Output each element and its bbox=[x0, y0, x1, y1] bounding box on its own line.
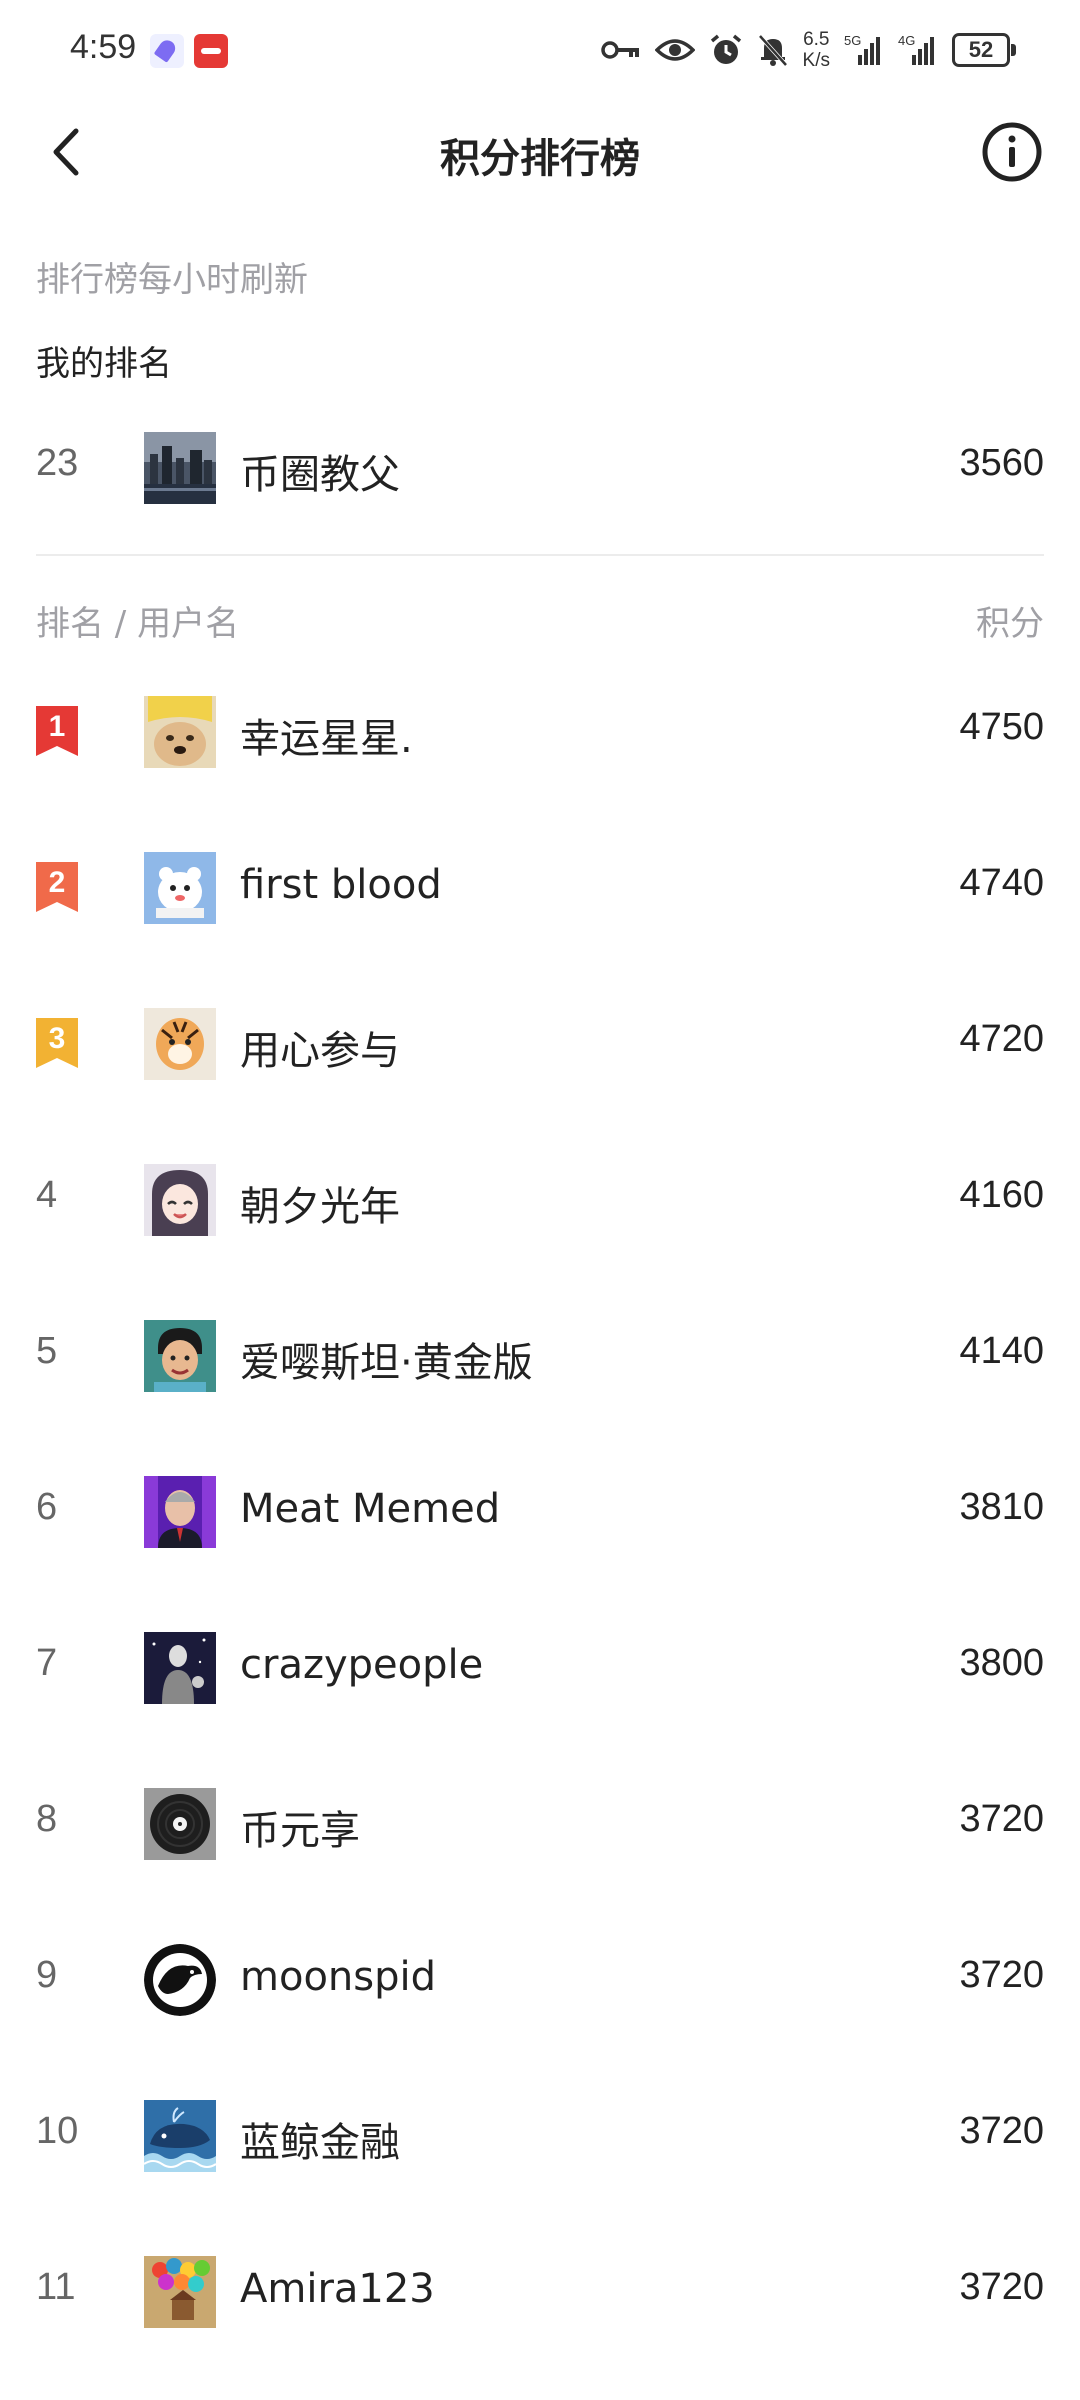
network-speed: 6.5 K/s bbox=[803, 29, 830, 71]
avatar bbox=[144, 2256, 216, 2328]
divider bbox=[36, 554, 1044, 556]
user-name: 用心参与 bbox=[240, 1028, 400, 1074]
mute-bell-icon bbox=[758, 34, 788, 67]
my-user-name: 币圈教父 bbox=[240, 452, 400, 498]
rank-number: 4 bbox=[36, 1174, 58, 1216]
ranking-row[interactable]: 9 moonspid 3720 bbox=[0, 1930, 1080, 2030]
rocket-app-icon bbox=[150, 34, 184, 68]
avatar bbox=[144, 852, 216, 924]
my-rank-label: 我的排名 bbox=[36, 344, 172, 384]
net-speed-unit: K/s bbox=[802, 50, 830, 71]
ranking-row[interactable]: 6 Meat Memed 3810 bbox=[0, 1462, 1080, 1562]
user-name: Amira123 bbox=[240, 2266, 435, 2312]
app-header: 积分排行榜 bbox=[0, 100, 1080, 204]
ranking-row[interactable]: 1 幸运星星. 4750 bbox=[0, 682, 1080, 782]
ranking-row[interactable]: 2 first blood 4740 bbox=[0, 838, 1080, 938]
score: 4750 bbox=[959, 706, 1044, 748]
score: 4160 bbox=[959, 1174, 1044, 1216]
avatar bbox=[144, 1944, 216, 2016]
avatar bbox=[144, 696, 216, 768]
score: 3810 bbox=[959, 1486, 1044, 1528]
rank-number: 9 bbox=[36, 1954, 58, 1996]
rank-badge: 3 bbox=[36, 1018, 78, 1068]
user-name: first blood bbox=[240, 862, 442, 908]
avatar bbox=[144, 1008, 216, 1080]
page-title: 积分排行榜 bbox=[440, 136, 640, 182]
user-name: 蓝鲸金融 bbox=[240, 2120, 400, 2166]
score: 3720 bbox=[959, 1954, 1044, 1996]
column-header-score: 积分 bbox=[976, 604, 1044, 644]
ranking-row[interactable]: 5 爱嘤斯坦·黄金版 4140 bbox=[0, 1306, 1080, 1406]
user-name: 幸运星星. bbox=[240, 716, 413, 762]
avatar bbox=[144, 1476, 216, 1548]
rank-badge: 2 bbox=[36, 862, 78, 912]
signal-bars-icon bbox=[912, 37, 934, 65]
eye-icon bbox=[654, 39, 695, 61]
user-name: 朝夕光年 bbox=[240, 1184, 400, 1230]
user-name: Meat Memed bbox=[240, 1486, 501, 1532]
ranking-row[interactable]: 3 用心参与 4720 bbox=[0, 994, 1080, 1094]
avatar bbox=[144, 1164, 216, 1236]
my-score: 3560 bbox=[959, 442, 1044, 484]
rank-number: 5 bbox=[36, 1330, 58, 1372]
refresh-note: 排行榜每小时刷新 bbox=[36, 260, 308, 300]
user-name: 币元享 bbox=[240, 1808, 360, 1854]
signal-bars-icon bbox=[858, 37, 880, 65]
key-icon bbox=[600, 41, 639, 59]
ranking-row[interactable]: 7 crazypeople 3800 bbox=[0, 1618, 1080, 1718]
notification-app-icon bbox=[194, 34, 228, 68]
rank-number: 8 bbox=[36, 1798, 58, 1840]
avatar bbox=[144, 1788, 216, 1860]
ranking-row[interactable]: 4 朝夕光年 4160 bbox=[0, 1150, 1080, 1250]
battery-indicator: 52 bbox=[952, 33, 1016, 67]
ranking-row[interactable]: 11 Amira123 3720 bbox=[0, 2242, 1080, 2342]
rank-number: 11 bbox=[36, 2266, 76, 2308]
avatar bbox=[144, 2100, 216, 2172]
user-name: moonspid bbox=[240, 1954, 436, 2000]
avatar bbox=[144, 1320, 216, 1392]
rank-badge: 1 bbox=[36, 706, 78, 756]
score: 4740 bbox=[959, 862, 1044, 904]
user-name: 爱嘤斯坦·黄金版 bbox=[240, 1340, 533, 1386]
rank-number: 6 bbox=[36, 1486, 58, 1528]
status-bar: 4:59 6.5 K/s 5G 4G 52 bbox=[0, 0, 1080, 100]
ranking-row[interactable]: 8 币元享 3720 bbox=[0, 1774, 1080, 1874]
score: 4140 bbox=[959, 1330, 1044, 1372]
info-icon bbox=[982, 122, 1042, 182]
rank-number: 7 bbox=[36, 1642, 58, 1684]
net-speed-value: 6.5 bbox=[803, 29, 830, 50]
signal-5g: 5G bbox=[844, 33, 884, 67]
signal-4g: 4G bbox=[898, 33, 938, 67]
ranking-row[interactable]: 10 蓝鲸金融 3720 bbox=[0, 2086, 1080, 2186]
score: 4720 bbox=[959, 1018, 1044, 1060]
alarm-icon bbox=[710, 34, 741, 64]
status-icons: 6.5 K/s 5G 4G 52 bbox=[600, 22, 1016, 78]
avatar bbox=[144, 1632, 216, 1704]
my-rank-number: 23 bbox=[36, 442, 79, 484]
score: 3720 bbox=[959, 1798, 1044, 1840]
status-time: 4:59 bbox=[70, 28, 137, 66]
column-header-rank-user: 排名 / 用户名 bbox=[36, 604, 240, 644]
score: 3800 bbox=[959, 1642, 1044, 1684]
info-button[interactable] bbox=[978, 118, 1046, 186]
my-rank-row[interactable]: 23 币圈教父 3560 bbox=[0, 418, 1080, 518]
avatar bbox=[144, 432, 216, 504]
user-name: crazypeople bbox=[240, 1642, 484, 1688]
score: 3720 bbox=[959, 2266, 1044, 2308]
score: 3720 bbox=[959, 2110, 1044, 2152]
rank-number: 10 bbox=[36, 2110, 79, 2152]
